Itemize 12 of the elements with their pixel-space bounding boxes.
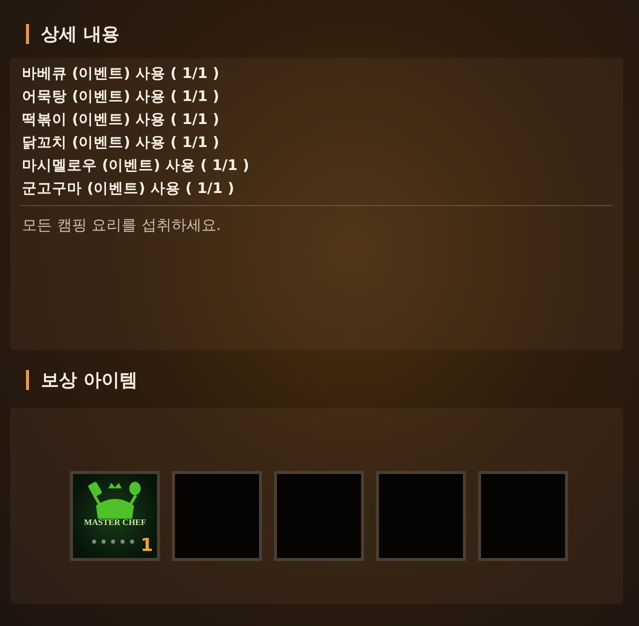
- item-slot[interactable]: MASTER CHEF 1: [70, 471, 160, 561]
- condition-text: 닭꼬치 (이벤트) 사용 ( 1/1 ): [22, 134, 220, 153]
- condition-text: 바베큐 (이벤트) 사용 ( 1/1 ): [22, 65, 220, 84]
- section-title: 상세 내용: [41, 23, 120, 46]
- condition-text: 마시멜로우 (이벤트) 사용 ( 1/1 ): [22, 157, 250, 176]
- item-count: 1: [140, 535, 153, 556]
- section-title: 보상 아이템: [41, 369, 138, 392]
- item-label: MASTER CHEF: [82, 517, 148, 527]
- condition-text: 떡볶이 (이벤트) 사용 ( 1/1 ): [22, 111, 220, 130]
- description-text: 모든 캠핑 요리를 섭취하세요.: [22, 216, 222, 235]
- condition-text: 군고구마 (이벤트) 사용 ( 1/1 ): [22, 180, 236, 199]
- condition-text: 어묵탕 (이벤트) 사용 ( 1/1 ): [22, 88, 220, 107]
